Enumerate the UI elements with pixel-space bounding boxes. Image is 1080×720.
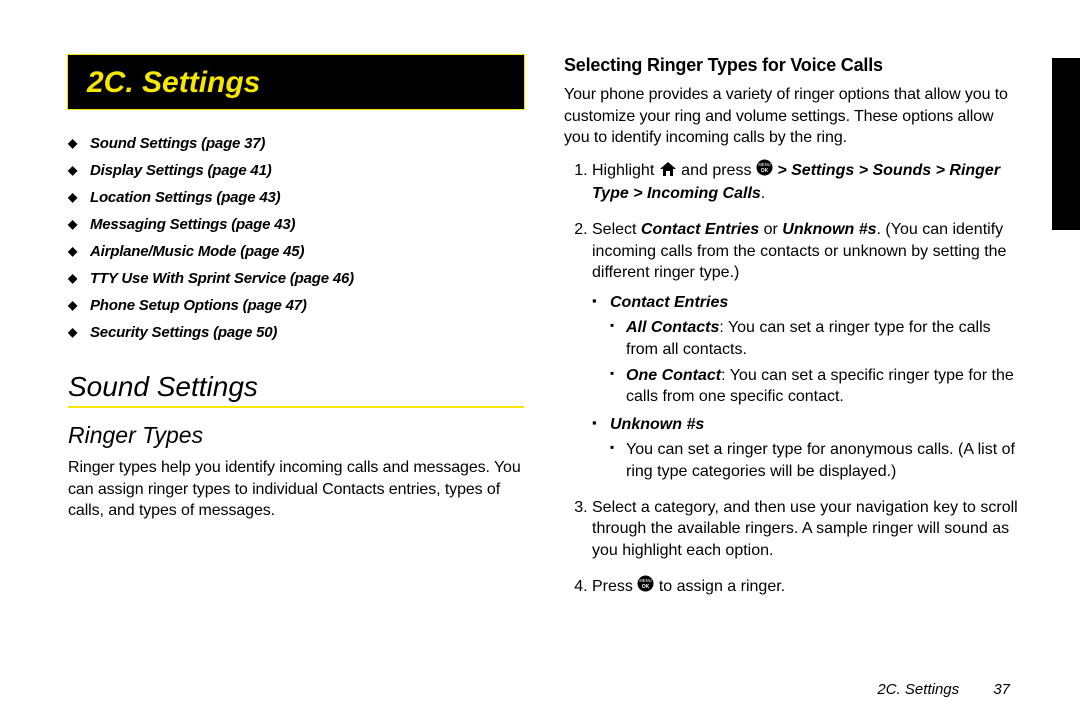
right-column: Selecting Ringer Types for Voice Calls Y… (564, 55, 1020, 613)
footer-page-number: 37 (993, 681, 1010, 698)
home-icon (659, 161, 677, 184)
one-contact-label: One Contact (626, 367, 721, 384)
toc-item: Location Settings (page 43) (68, 189, 524, 206)
one-contact-item: One Contact: You can set a specific ring… (610, 365, 1020, 408)
sub-item-contact-entries: Contact Entries All Contacts: You can se… (592, 292, 1020, 408)
step-3: Select a category, and then use your nav… (592, 497, 1020, 562)
step4-b: to assign a ringer. (659, 578, 785, 595)
section-heading: Sound Settings (68, 371, 524, 408)
step-4: Press MENUOK to assign a ringer. (592, 575, 1020, 599)
step-2: Select Contact Entries or Unknown #s. (Y… (592, 219, 1020, 483)
sub-sub-list: You can set a ringer type for anonymous … (610, 439, 1020, 482)
procedure-heading: Selecting Ringer Types for Voice Calls (564, 55, 1020, 76)
menu-ok-icon: MENUOK (637, 575, 654, 599)
step2-c: or (759, 221, 782, 238)
step1-dot: . (761, 185, 765, 202)
toc-item: TTY Use With Sprint Service (page 46) (68, 270, 524, 287)
step-1: Highlight and press MENUOK > Settings > … (592, 159, 1020, 205)
left-column: 2C. Settings Sound Settings (page 37) Di… (68, 55, 524, 613)
step2-d: Unknown #s (782, 221, 876, 238)
unknown-label: Unknown #s (610, 416, 704, 433)
steps-list: Highlight and press MENUOK > Settings > … (564, 159, 1020, 599)
chapter-title-box: 2C. Settings (68, 55, 524, 109)
svg-text:MENU: MENU (640, 579, 652, 584)
step2-a: Select (592, 221, 641, 238)
footer-section: 2C. Settings (877, 681, 959, 698)
toc-list: Sound Settings (page 37) Display Setting… (68, 135, 524, 341)
toc-item: Messaging Settings (page 43) (68, 216, 524, 233)
chapter-title: 2C. Settings (87, 66, 260, 99)
toc-item: Phone Setup Options (page 47) (68, 297, 524, 314)
svg-text:OK: OK (761, 168, 769, 174)
sub-item-unknown: Unknown #s You can set a ringer type for… (592, 414, 1020, 483)
page-footer: 2C. Settings 37 (877, 681, 1010, 698)
sub-list: Contact Entries All Contacts: You can se… (592, 292, 1020, 483)
unknown-text: You can set a ringer type for anonymous … (610, 439, 1020, 482)
svg-text:OK: OK (642, 584, 650, 590)
step4-a: Press (592, 578, 633, 595)
step1-text-a: Highlight (592, 162, 654, 179)
toc-item: Sound Settings (page 37) (68, 135, 524, 152)
subsection-heading: Ringer Types (68, 422, 524, 449)
step2-b: Contact Entries (641, 221, 759, 238)
step1-text-b: and press (681, 162, 751, 179)
svg-text:MENU: MENU (758, 162, 770, 167)
menu-ok-icon: MENUOK (756, 159, 773, 183)
side-tab: Settings (1052, 58, 1080, 230)
procedure-intro: Your phone provides a variety of ringer … (564, 84, 1020, 149)
two-column-layout: 2C. Settings Sound Settings (page 37) Di… (68, 55, 1020, 613)
intro-paragraph: Ringer types help you identify incoming … (68, 457, 524, 522)
toc-item: Airplane/Music Mode (page 45) (68, 243, 524, 260)
all-contacts-item: All Contacts: You can set a ringer type … (610, 317, 1020, 360)
toc-item: Display Settings (page 41) (68, 162, 524, 179)
manual-page: Settings 2C. Settings Sound Settings (pa… (0, 0, 1080, 720)
contact-entries-label: Contact Entries (610, 294, 728, 311)
sub-sub-list: All Contacts: You can set a ringer type … (610, 317, 1020, 407)
toc-item: Security Settings (page 50) (68, 324, 524, 341)
step1-path: > Settings > Sounds > Ringer Type > Inco… (592, 162, 1000, 203)
all-contacts-label: All Contacts (626, 319, 719, 336)
